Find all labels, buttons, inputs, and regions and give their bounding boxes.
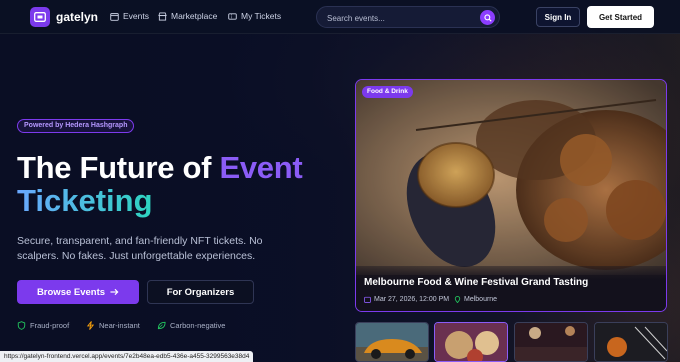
calendar-icon xyxy=(110,12,119,21)
hero-title-line1: The Future of Event xyxy=(17,150,303,186)
feature-label: Near-instant xyxy=(99,321,140,330)
nav-link-my-tickets[interactable]: My Tickets xyxy=(228,11,281,21)
feature-near-instant: Near-instant xyxy=(86,321,140,330)
location-pin-icon xyxy=(454,296,461,303)
browse-events-button[interactable]: Browse Events xyxy=(17,280,139,304)
feature-carbon-negative: Carbon-negative xyxy=(157,321,225,330)
event-title: Melbourne Food & Wine Festival Grand Tas… xyxy=(364,277,589,288)
event-date: Mar 27, 2026, 12:00 PM xyxy=(364,296,449,303)
event-location-text: Melbourne xyxy=(464,296,498,303)
for-organizers-button[interactable]: For Organizers xyxy=(147,280,254,304)
bolt-icon xyxy=(86,321,95,330)
hero-subtitle: Secure, transparent, and fan-friendly NF… xyxy=(17,235,263,262)
thumbnail-concert-image xyxy=(515,323,587,361)
sign-in-button[interactable]: Sign In xyxy=(536,7,580,27)
thumbnail-car-image xyxy=(356,323,428,361)
ticket-icon xyxy=(228,12,237,20)
feature-label: Carbon-negative xyxy=(170,321,226,330)
featured-event-image xyxy=(356,80,666,275)
thumbnail-basketball-image xyxy=(595,323,667,361)
nav-link-label: Marketplace xyxy=(171,11,218,21)
search-bar xyxy=(316,6,500,28)
featured-event-card[interactable]: Food & Drink Melbourne Food & Wine Festi… xyxy=(355,79,667,312)
calendar-icon xyxy=(364,296,371,303)
feature-fraud-proof: Fraud-proof xyxy=(17,321,69,330)
carousel-thumbnail[interactable] xyxy=(514,322,588,362)
nav-link-marketplace[interactable]: Marketplace xyxy=(158,11,217,21)
hero-title-text: The Future of xyxy=(17,150,220,185)
carousel-thumbnail[interactable] xyxy=(594,322,668,362)
search-icon xyxy=(483,13,492,22)
get-started-button[interactable]: Get Started xyxy=(587,6,654,28)
shield-icon xyxy=(17,321,26,330)
nav-link-label: My Tickets xyxy=(241,11,282,21)
event-date-text: Mar 27, 2026, 12:00 PM xyxy=(374,296,450,303)
card-info-panel xyxy=(356,266,666,311)
hero-title-line2: Ticketing xyxy=(17,183,153,218)
store-icon xyxy=(158,11,167,21)
logo-icon[interactable] xyxy=(30,7,50,27)
carousel-thumbnail[interactable] xyxy=(355,322,429,362)
leaf-icon xyxy=(157,321,166,330)
search-input[interactable] xyxy=(327,11,477,25)
brand-name[interactable]: gatelyn xyxy=(56,10,98,24)
event-location: Melbourne xyxy=(454,296,497,303)
category-badge: Food & Drink xyxy=(362,86,413,98)
nav-link-label: Events xyxy=(123,11,149,21)
powered-by-badge: Powered by Hedera Hashgraph xyxy=(17,119,135,133)
nav-link-events[interactable]: Events xyxy=(110,11,149,21)
hero-title-accent: Event xyxy=(219,150,303,185)
carousel-thumbnail-active[interactable] xyxy=(434,322,508,362)
browse-events-label: Browse Events xyxy=(36,286,106,298)
thumbnail-food-image xyxy=(435,323,507,361)
top-navbar: gatelyn Events Marketplace My Tickets Si… xyxy=(0,0,680,34)
arrow-right-icon xyxy=(110,288,119,296)
feature-label: Fraud-proof xyxy=(30,321,70,330)
status-bar-url: https://gatelyn-frontend.vercel.app/even… xyxy=(0,351,254,362)
search-button[interactable] xyxy=(480,10,495,25)
